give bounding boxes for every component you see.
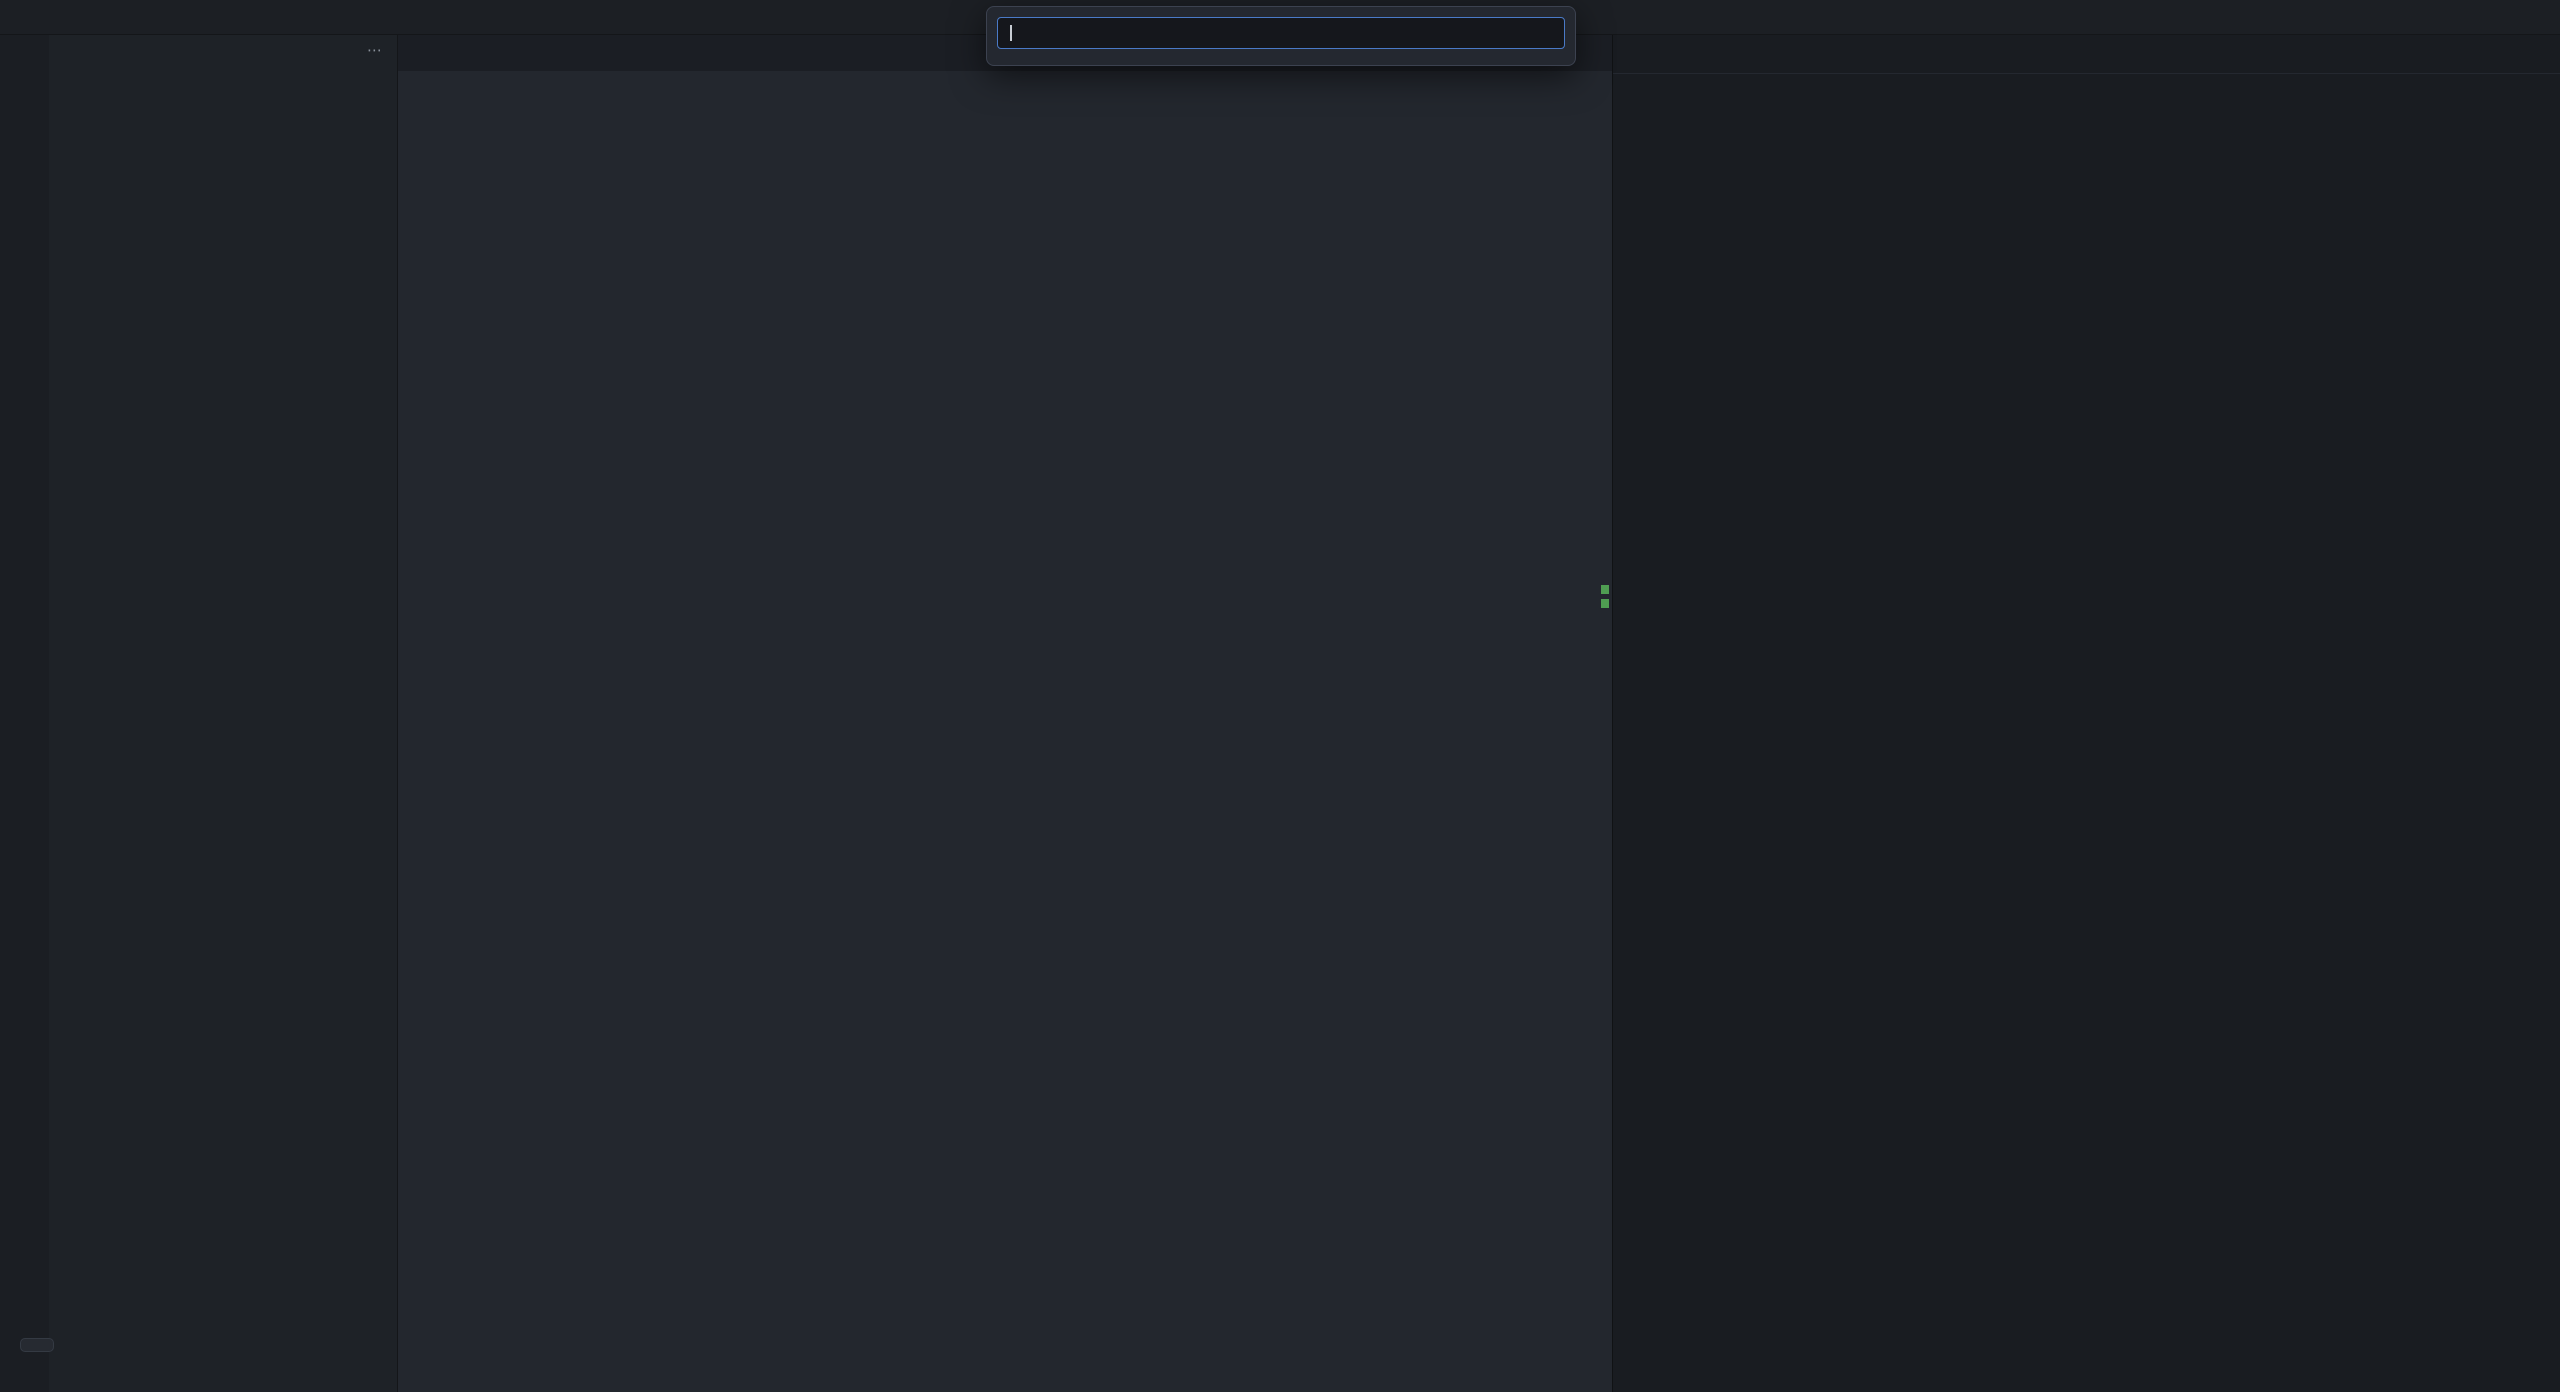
overview-ruler[interactable]: [1598, 97, 1612, 1392]
git-added-mark: [1601, 599, 1609, 608]
editor-group: [398, 35, 1612, 1392]
explorer-more-actions-icon[interactable]: ⋯: [367, 41, 383, 59]
explorer-header: ⋯: [49, 35, 397, 65]
text-caret: [1010, 25, 1012, 41]
activity-bar: [0, 35, 49, 1392]
workbench: ⋯: [0, 35, 2560, 1392]
chat-header: [1613, 35, 2560, 74]
breadcrumb: [398, 71, 1612, 97]
app-window: ⋯: [0, 0, 2560, 1392]
update-toast[interactable]: [20, 1338, 54, 1352]
command-palette: [986, 6, 1576, 66]
project-root-row[interactable]: [49, 65, 397, 89]
code-editor[interactable]: [398, 97, 1598, 1392]
git-added-mark: [1601, 585, 1609, 594]
chat-composer: [1613, 1379, 2560, 1392]
chat-messages: [1613, 86, 2560, 1379]
command-palette-input[interactable]: [997, 17, 1565, 49]
chat-context-pills: [1613, 74, 2560, 86]
ai-chat-panel: [1612, 35, 2560, 1392]
explorer-sidebar: ⋯: [49, 35, 398, 1392]
